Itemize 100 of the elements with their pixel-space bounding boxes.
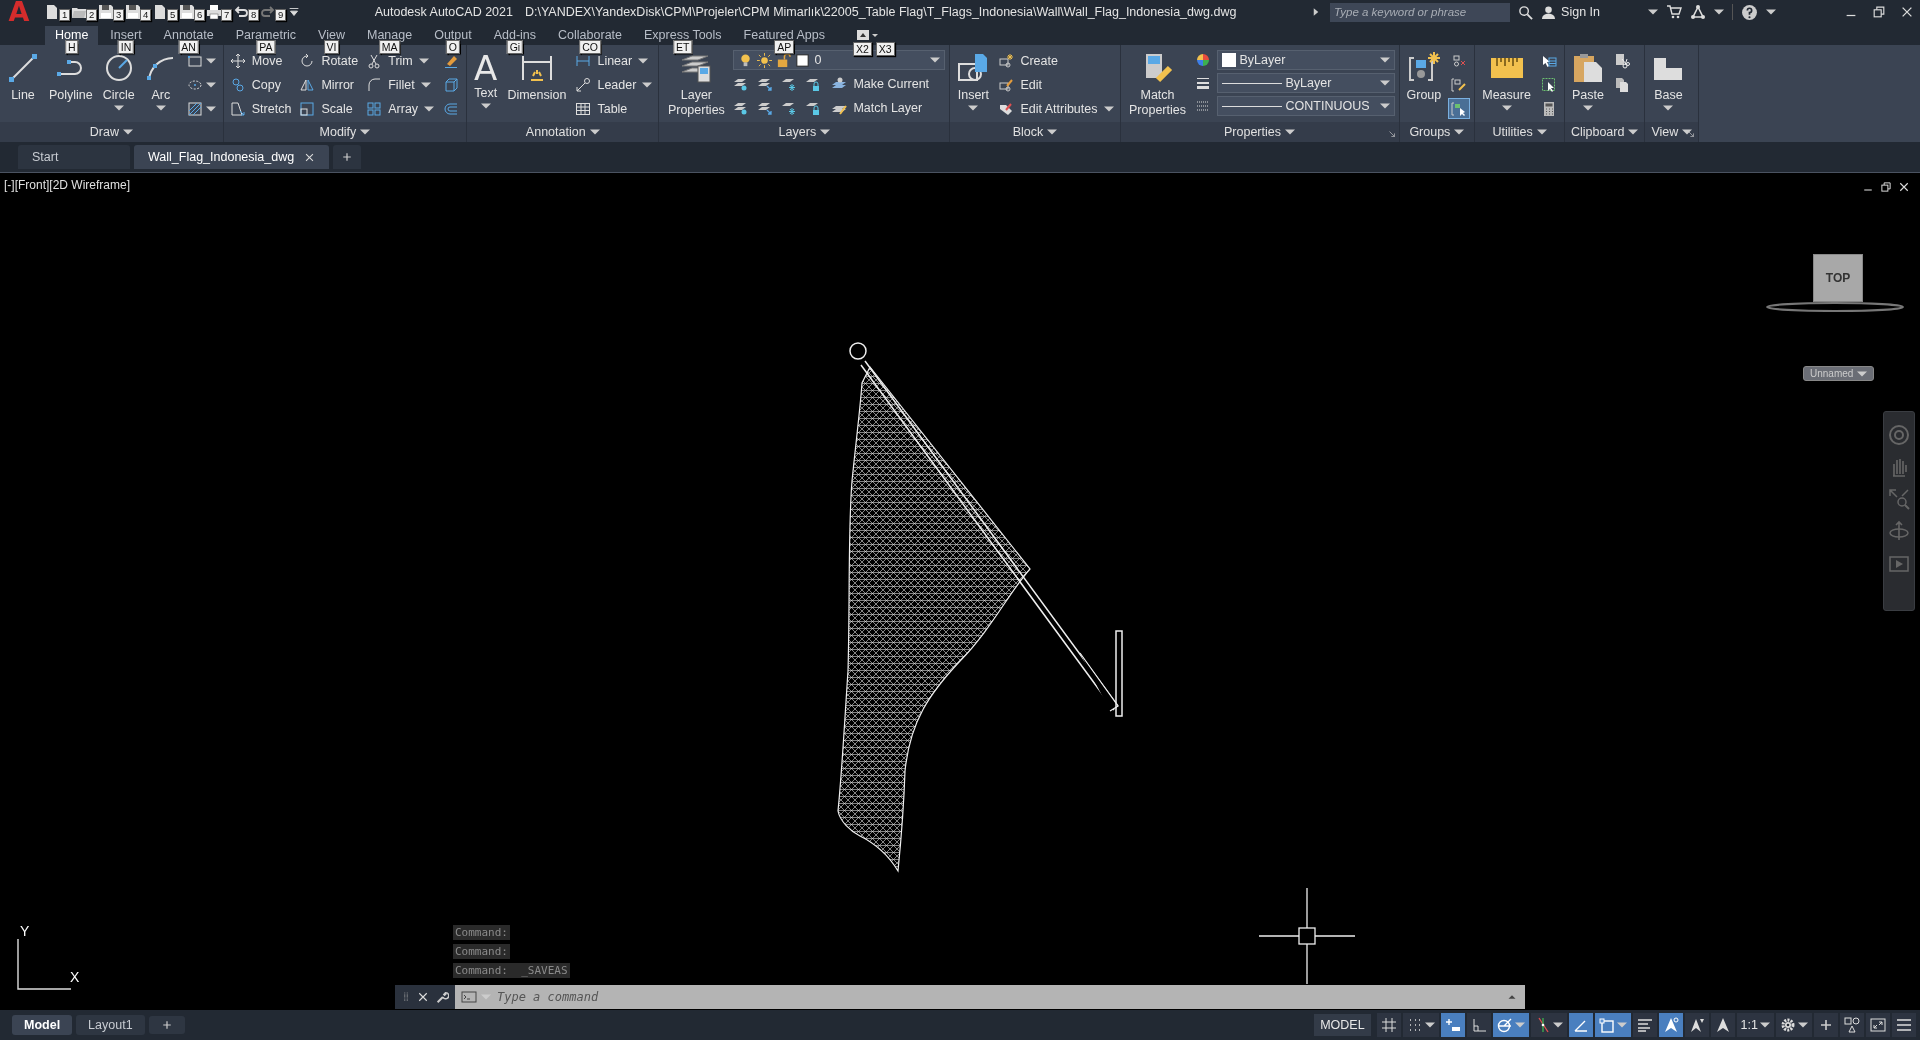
status-button[interactable]: [1632, 1013, 1657, 1037]
steering-wheel-icon[interactable]: [1888, 424, 1910, 446]
new-tab-button[interactable]: [333, 145, 362, 169]
dotted-lines-icon[interactable]: [1194, 98, 1211, 114]
grip-icon[interactable]: [401, 992, 411, 1002]
panel-title[interactable]: Layers: [778, 125, 831, 139]
icon-button[interactable]: [1448, 98, 1471, 119]
rotate-arrow-icon: [299, 52, 316, 69]
ribbon-button[interactable]: Arc: [141, 48, 180, 122]
panel-title[interactable]: Annotation: [525, 125, 600, 139]
compass-ring[interactable]: [1765, 301, 1905, 313]
status-button[interactable]: 1:1: [1736, 1013, 1774, 1037]
model-space-button[interactable]: MODEL: [1314, 1014, 1371, 1036]
panel-title[interactable]: View: [1651, 125, 1693, 139]
status-button[interactable]: [1376, 1013, 1401, 1037]
drawing-viewport[interactable]: [-][Front][2D Wireframe] TOP Unnamed Y X Command: Command: Command: _SAVEAS Type a command: [0, 172, 1920, 1010]
orbit-icon[interactable]: [1888, 520, 1910, 542]
ribbon-button[interactable]: Mirror: [297, 74, 361, 95]
close-icon[interactable]: [1898, 181, 1910, 193]
status-button[interactable]: [1658, 1013, 1683, 1037]
ribbon-button[interactable]: Match Layer: [829, 97, 925, 118]
panel-title[interactable]: Properties: [1224, 125, 1295, 139]
status-button[interactable]: [1710, 1013, 1735, 1037]
sign-in-button[interactable]: Sign In: [1541, 4, 1600, 20]
search-field[interactable]: Type a keyword or phrase: [1330, 2, 1511, 22]
undo-icon[interactable]: [233, 4, 249, 20]
status-button[interactable]: [1684, 1013, 1709, 1037]
ribbon-button[interactable]: Scale: [297, 98, 361, 119]
status-button[interactable]: [1594, 1013, 1631, 1037]
panel-title[interactable]: Groups: [1409, 125, 1465, 139]
document-icon[interactable]: [44, 4, 60, 20]
ribbon-button[interactable]: Line: [4, 48, 42, 122]
ribbon-button[interactable]: Insert: [954, 48, 993, 122]
ribbon-button[interactable]: Create: [996, 50, 1116, 71]
panel-title[interactable]: Utilities: [1492, 125, 1547, 139]
diagonal-arrow-icon[interactable]: [1686, 129, 1697, 139]
cart-icon[interactable]: [1666, 4, 1682, 20]
ribbon-button[interactable]: Group: [1403, 48, 1445, 122]
view-cube[interactable]: TOP: [1813, 254, 1863, 302]
color-dropdown[interactable]: ByLayer: [1216, 50, 1395, 70]
ribbon-button[interactable]: Array: [364, 98, 437, 119]
close-icon[interactable]: [1900, 5, 1914, 19]
keytip: ET: [673, 40, 693, 54]
layout-tab[interactable]: Model: [12, 1015, 73, 1035]
status-button[interactable]: [1892, 1013, 1916, 1037]
lineweight-icon[interactable]: [1194, 75, 1211, 91]
printer-icon[interactable]: [206, 4, 222, 20]
ribbon-button[interactable]: Table: [573, 98, 655, 119]
caret-icon: [480, 101, 491, 111]
new-layout-button[interactable]: [148, 1016, 185, 1034]
search-icon[interactable]: [1518, 4, 1534, 20]
restore-icon[interactable]: [1880, 181, 1892, 193]
panel-toggle-icon[interactable]: [856, 29, 879, 40]
ribbon-button[interactable]: Match Properties: [1124, 48, 1191, 122]
file-tab[interactable]: Start: [18, 145, 130, 169]
ribbon-button[interactable]: Stretch: [227, 98, 294, 119]
terminal-icon[interactable]: [461, 989, 477, 1005]
panel-title[interactable]: Clipboard: [1570, 125, 1639, 139]
redo-icon[interactable]: [260, 4, 276, 20]
panel-title[interactable]: Modify: [319, 125, 371, 139]
panel-title[interactable]: Block: [1012, 125, 1058, 139]
file-tab[interactable]: Wall_Flag_Indonesia_dwg: [134, 145, 330, 169]
ribbon-button[interactable]: Fillet: [364, 74, 437, 95]
line-dropdown[interactable]: CONTINUOUS: [1216, 96, 1395, 116]
command-input[interactable]: Type a command: [495, 989, 1501, 1005]
panel-title[interactable]: Draw: [89, 125, 133, 139]
caret-icon[interactable]: [1766, 7, 1776, 17]
customize-icon[interactable]: [287, 5, 301, 19]
command-field[interactable]: Type a command: [455, 985, 1525, 1009]
ribbon-button[interactable]: Copy: [227, 74, 294, 95]
diagonal-arrow-icon[interactable]: [1386, 129, 1397, 139]
status-button[interactable]: [1440, 1013, 1465, 1037]
status-button[interactable]: [1840, 1013, 1864, 1037]
zoom-icon[interactable]: [1888, 488, 1910, 510]
ribbon-button[interactable]: Paste: [1568, 48, 1607, 122]
document-icon[interactable]: [152, 4, 168, 20]
color-wheel-icon[interactable]: [1194, 52, 1211, 68]
restore-icon[interactable]: [1872, 5, 1886, 19]
close-icon[interactable]: [304, 151, 316, 163]
ribbon-button[interactable]: A Text: [471, 48, 501, 122]
wrench-icon[interactable]: [435, 990, 449, 1004]
viewport-label[interactable]: [-][Front][2D Wireframe]: [4, 178, 131, 192]
ribbon-button[interactable]: Make Current: [829, 73, 932, 94]
status-button[interactable]: [1492, 1013, 1529, 1037]
ribbon-button[interactable]: Measure: [1479, 48, 1534, 122]
line-dropdown[interactable]: ByLayer: [1216, 73, 1395, 93]
ribbon-button[interactable]: Leader: [573, 74, 655, 95]
help-icon[interactable]: [1741, 3, 1758, 21]
status-button[interactable]: [1402, 1013, 1439, 1037]
caret-icon[interactable]: [1714, 7, 1724, 17]
status-button[interactable]: [1530, 1013, 1567, 1037]
ribbon-button[interactable]: Base: [1649, 48, 1688, 122]
triangle-nodes-icon[interactable]: [1690, 4, 1706, 20]
layout-tab[interactable]: Layout1: [76, 1015, 145, 1035]
ribbon-button[interactable]: Edit Attributes: [996, 98, 1116, 119]
status-button[interactable]: [1776, 1013, 1812, 1037]
ribbon-button[interactable]: Edit: [996, 74, 1116, 95]
status-button[interactable]: [1568, 1013, 1593, 1037]
close-icon[interactable]: [417, 991, 429, 1003]
caret-icon[interactable]: [1648, 7, 1658, 17]
